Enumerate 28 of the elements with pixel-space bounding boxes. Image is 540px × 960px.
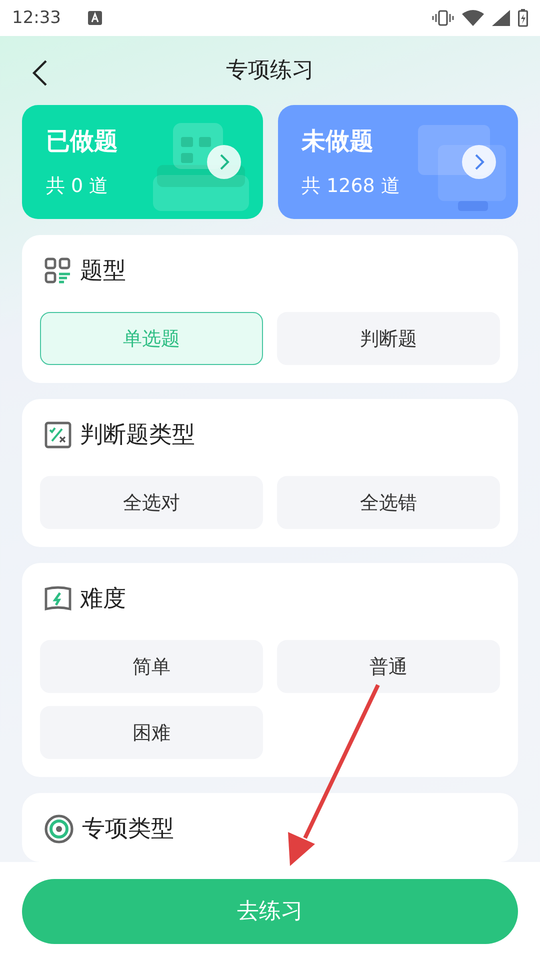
option-chip[interactable]: 普通: [277, 640, 500, 693]
status-time: 12:33: [12, 8, 62, 28]
option-chip[interactable]: 困难: [40, 706, 263, 759]
keyboard-icon: [88, 11, 102, 25]
check-cross-icon: [44, 420, 72, 448]
section-title: 难度: [80, 585, 126, 614]
battery-icon: [518, 9, 528, 27]
option-chip[interactable]: 全选错: [277, 476, 500, 529]
back-icon[interactable]: [32, 59, 48, 87]
signal-icon: [492, 10, 510, 26]
chevron-right-icon[interactable]: [462, 145, 496, 179]
grid-icon: [44, 256, 72, 284]
vibrate-icon: [432, 10, 454, 26]
page-title: 专项练习: [226, 56, 314, 84]
section-title: 专项类型: [82, 815, 174, 844]
option-chip[interactable]: 全选对: [40, 476, 263, 529]
wifi-icon: [462, 10, 484, 26]
option-chip[interactable]: 简单: [40, 640, 263, 693]
section-title: 题型: [80, 257, 126, 286]
chevron-right-icon[interactable]: [206, 145, 240, 179]
section-title: 判断题类型: [80, 421, 195, 450]
option-chip[interactable]: 判断题: [277, 312, 500, 365]
target-icon: [44, 814, 74, 844]
card-count: 共 0 道: [46, 174, 110, 199]
card-title: 未做题: [302, 126, 374, 157]
card-count: 共 1268 道: [302, 174, 401, 199]
card-title: 已做题: [46, 126, 119, 157]
book-icon: [44, 584, 72, 612]
